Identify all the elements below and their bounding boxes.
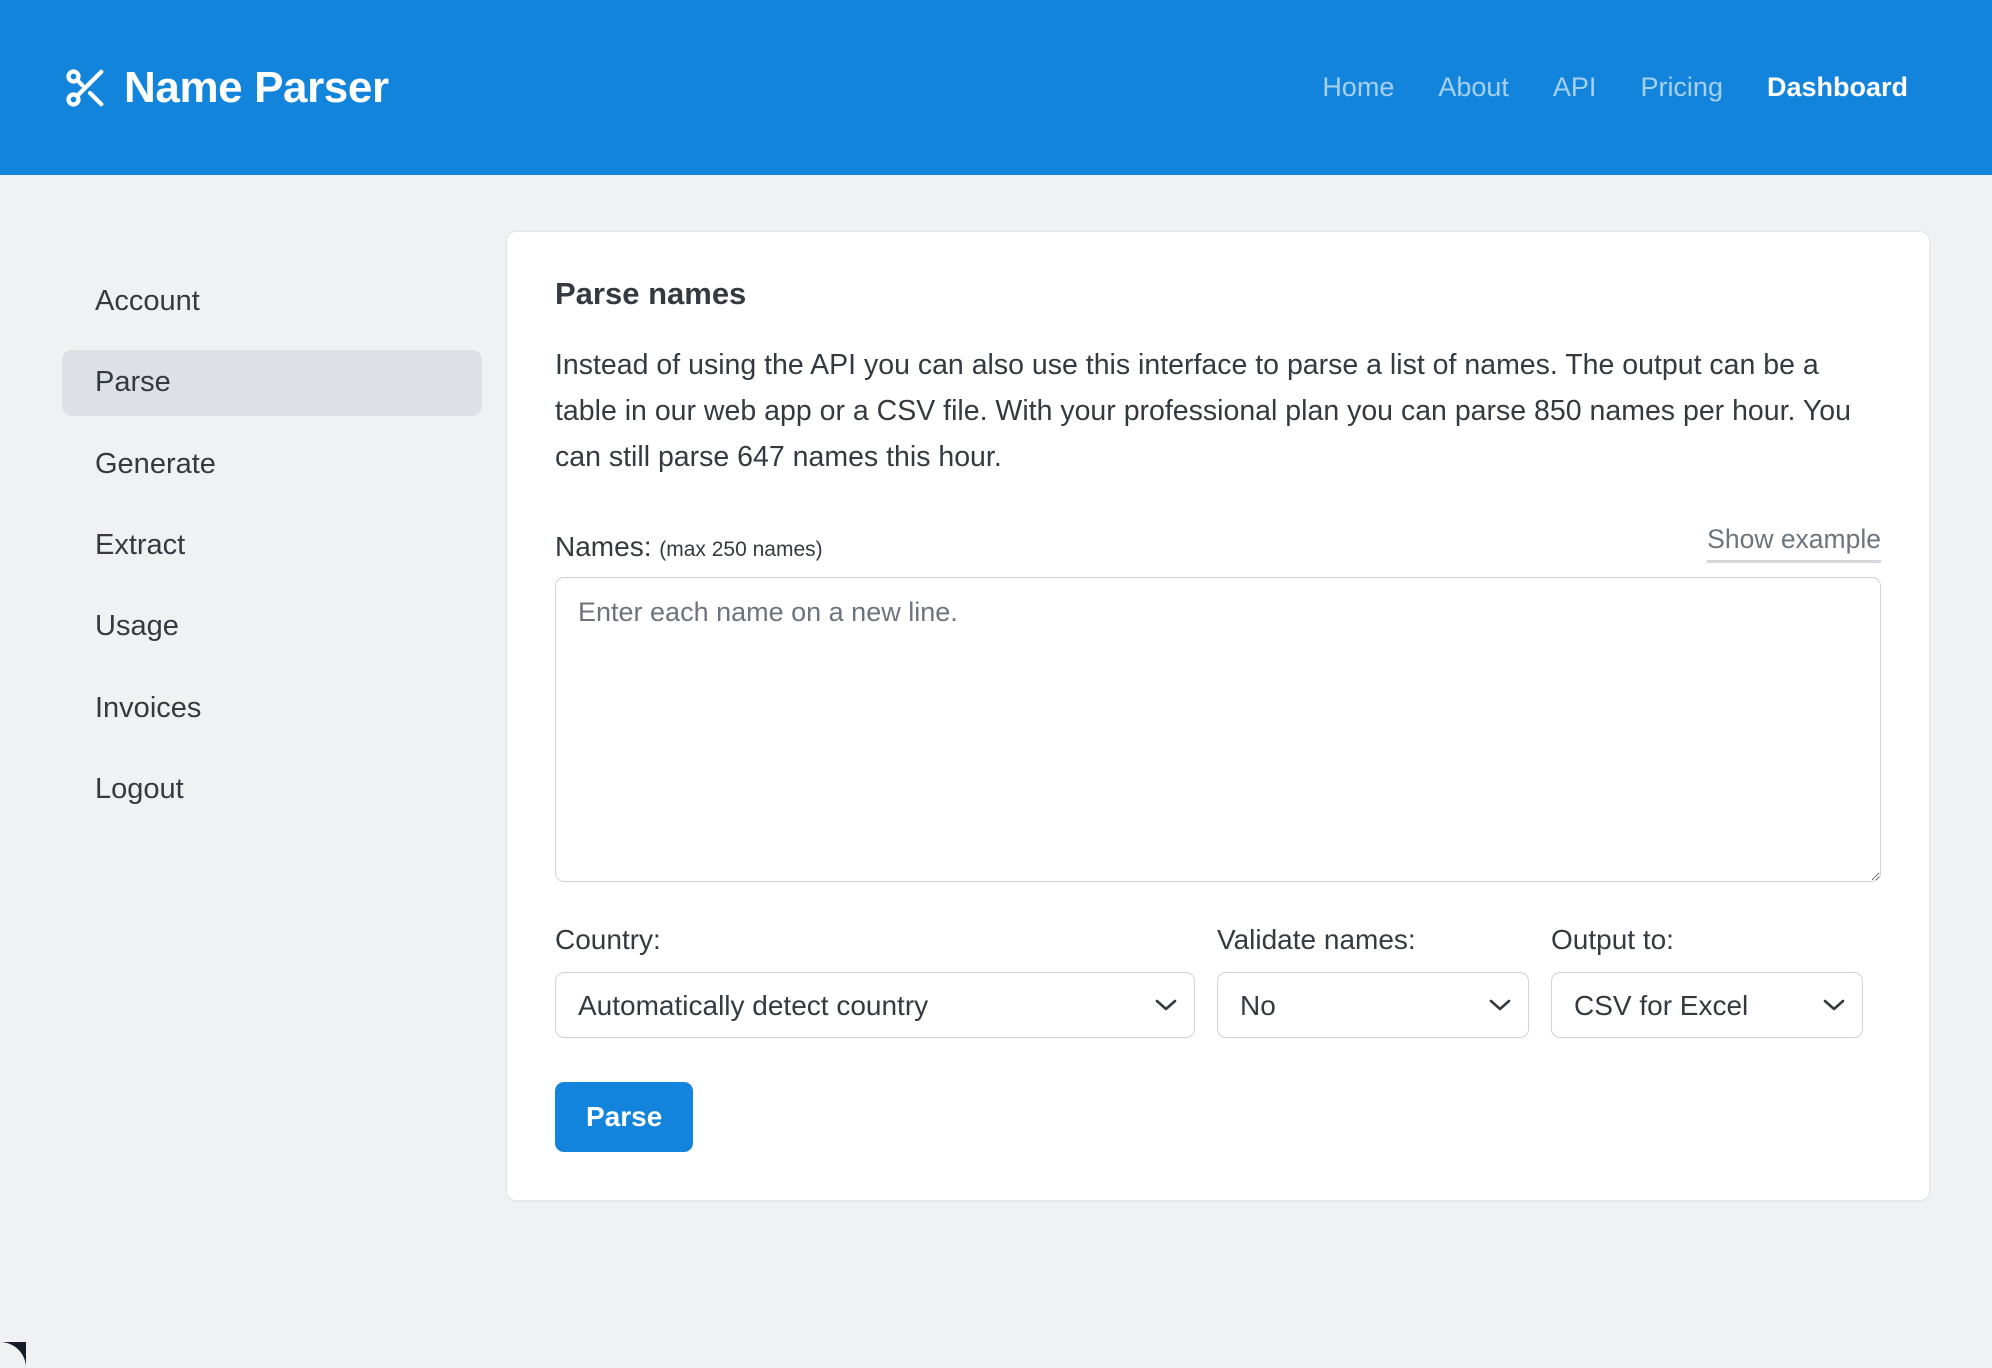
page-title: Parse names xyxy=(555,276,1881,312)
output-option-group: Output to: CSV for Excel xyxy=(1551,924,1863,1038)
names-max-hint: (max 250 names) xyxy=(659,538,822,561)
show-example-link[interactable]: Show example xyxy=(1707,524,1881,563)
window-frame-corner xyxy=(0,1342,26,1368)
sidebar-item-extract[interactable]: Extract xyxy=(62,513,482,578)
nav-item-about[interactable]: About xyxy=(1416,62,1531,113)
page-description: Instead of using the API you can also us… xyxy=(555,342,1865,480)
country-label: Country: xyxy=(555,924,1195,956)
validate-names-select[interactable]: No xyxy=(1217,972,1529,1038)
scissors-icon xyxy=(62,63,108,113)
nav-item-pricing[interactable]: Pricing xyxy=(1618,62,1745,113)
main-nav: Home About API Pricing Dashboard xyxy=(1300,62,1930,113)
nav-item-dashboard[interactable]: Dashboard xyxy=(1745,62,1930,113)
country-select-wrapper: Automatically detect country xyxy=(555,972,1195,1038)
sidebar-item-account[interactable]: Account xyxy=(62,269,482,334)
country-select[interactable]: Automatically detect country xyxy=(555,972,1195,1038)
nav-item-api[interactable]: API xyxy=(1531,62,1619,113)
names-label-text: Names: xyxy=(555,531,651,562)
site-header: Name Parser Home About API Pricing Dashb… xyxy=(0,0,1992,175)
names-label: Names: (max 250 names) xyxy=(555,531,823,563)
validate-option-group: Validate names: No xyxy=(1217,924,1529,1038)
sidebar-item-invoices[interactable]: Invoices xyxy=(62,676,482,741)
options-row: Country: Automatically detect country Va… xyxy=(555,924,1881,1038)
sidebar-item-usage[interactable]: Usage xyxy=(62,594,482,659)
sidebar-item-logout[interactable]: Logout xyxy=(62,757,482,822)
names-field-header: Names: (max 250 names) Show example xyxy=(555,524,1881,563)
nav-item-home[interactable]: Home xyxy=(1300,62,1416,113)
brand-logo-link[interactable]: Name Parser xyxy=(62,63,389,113)
page-wrap: Account Parse Generate Extract Usage Inv… xyxy=(0,175,1992,1201)
parse-names-card: Parse names Instead of using the API you… xyxy=(506,231,1930,1201)
output-select-wrapper: CSV for Excel xyxy=(1551,972,1863,1038)
brand-title: Name Parser xyxy=(124,66,389,110)
validate-select-wrapper: No xyxy=(1217,972,1529,1038)
validate-names-label: Validate names: xyxy=(1217,924,1529,956)
parse-submit-button[interactable]: Parse xyxy=(555,1082,693,1152)
names-input[interactable] xyxy=(555,577,1881,882)
output-to-label: Output to: xyxy=(1551,924,1863,956)
dashboard-sidebar: Account Parse Generate Extract Usage Inv… xyxy=(62,269,482,838)
sidebar-item-generate[interactable]: Generate xyxy=(62,432,482,497)
country-option-group: Country: Automatically detect country xyxy=(555,924,1195,1038)
sidebar-item-parse[interactable]: Parse xyxy=(62,350,482,415)
output-to-select[interactable]: CSV for Excel xyxy=(1551,972,1863,1038)
